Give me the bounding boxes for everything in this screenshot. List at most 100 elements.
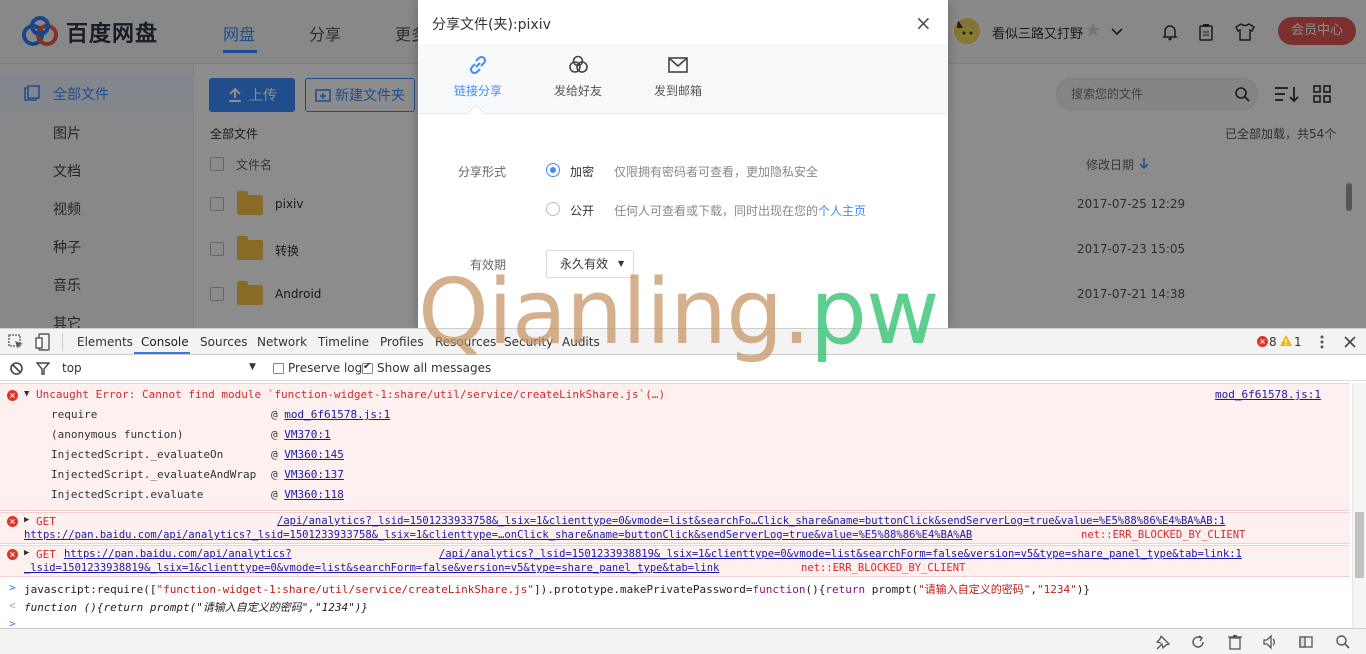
request-url-full[interactable]: https://pan.baidu.com/api/analytics?_lsi… (24, 529, 972, 541)
stack-frame-function: InjectedScript._evaluateAndWrap (51, 468, 257, 481)
tab-console[interactable]: Console (141, 335, 189, 349)
input-code-part: javascript:require([ (24, 583, 157, 596)
expiry-label: 有效期 (470, 258, 507, 272)
stack-frame-at: @ VM360:137 (271, 468, 344, 481)
clear-console-icon[interactable] (10, 362, 23, 379)
console-scrollbar[interactable] (1352, 383, 1366, 628)
share-form-label: 分享形式 (458, 165, 507, 179)
tab-profiles[interactable]: Profiles (380, 335, 424, 349)
devtools-panel: Elements Console Sources Network Timelin… (0, 328, 1366, 654)
error-icon: × (7, 516, 18, 527)
devtools-toolbar: Elements Console Sources Network Timelin… (0, 329, 1366, 355)
request-url-link[interactable]: /api/analytics?_lsid=1501233938819&_lsix… (439, 548, 1242, 560)
refresh-icon[interactable] (1190, 634, 1206, 650)
context-selector[interactable]: top (62, 361, 82, 375)
tab-network[interactable]: Network (257, 335, 307, 349)
dialog-title: 分享文件(夹):pixiv (432, 17, 551, 33)
search-icon[interactable] (1335, 634, 1351, 650)
request-url-full[interactable]: _lsid=1501233938819&_lsix=1&clienttype=0… (24, 562, 719, 574)
more-vertical-icon[interactable] (1320, 334, 1324, 354)
tab-security[interactable]: Security (504, 335, 553, 349)
tab-audits[interactable]: Audits (562, 335, 600, 349)
option-public-label[interactable]: 公开 (570, 202, 594, 219)
tab-label: 发给好友 (553, 84, 602, 98)
expand-triangle-icon[interactable]: ▶ (24, 515, 29, 525)
stack-frame-link[interactable]: VM360:118 (284, 488, 344, 501)
pin-icon[interactable] (1155, 634, 1171, 650)
stack-frame-link[interactable]: VM360:137 (284, 468, 344, 481)
close-devtools-icon[interactable] (1344, 336, 1356, 352)
console-input-history[interactable]: javascript:require(["function-widget-1:s… (24, 581, 1090, 597)
trash-icon[interactable] (1227, 634, 1243, 650)
tab-label: 发到邮箱 (653, 84, 702, 98)
expand-triangle-icon[interactable]: ▶ (24, 548, 29, 558)
tab-send-friend[interactable]: 发给好友 (528, 44, 628, 114)
device-mode-icon[interactable] (35, 333, 51, 355)
caret-down-icon[interactable]: ▼ (618, 259, 624, 268)
close-icon[interactable]: × (915, 12, 932, 34)
stack-frame-at: @ VM360:118 (271, 488, 344, 501)
link-icon (469, 55, 487, 75)
show-all-messages-checkbox[interactable] (362, 361, 373, 374)
input-code-string: "1234" (1036, 583, 1077, 596)
console-filter-bar: top ▼ Preserve log Show all messages (0, 355, 1366, 381)
stack-frame-function: (anonymous function) (51, 428, 184, 441)
console-network-error: × ▶ GET https://pan.baidu.com/api/analyt… (0, 545, 1350, 577)
scrollbar-thumb[interactable] (1355, 512, 1364, 578)
console-error-message: × ▼ Uncaught Error: Cannot find module `… (0, 383, 1350, 511)
radio-public[interactable] (546, 202, 560, 216)
stack-frame-link[interactable]: mod_6f61578.js:1 (284, 408, 390, 421)
request-url-link[interactable]: /api/analytics?_lsid=1501233933758&_lsix… (277, 515, 1225, 527)
input-code-string: "请输入自定义的密码" (918, 583, 1031, 596)
active-tab-underline (134, 352, 190, 354)
input-code-part: ]).prototype.makePrivatePassword= (533, 583, 753, 596)
mail-icon (668, 57, 688, 73)
tab-resources[interactable]: Resources (435, 335, 496, 349)
show-all-messages-label[interactable]: Show all messages (377, 361, 491, 375)
request-host-link[interactable]: https://pan.baidu.com/api/analytics? (64, 548, 292, 560)
input-code-keyword: function (752, 583, 806, 596)
input-code-keyword: return (825, 583, 866, 596)
radio-private[interactable] (546, 163, 560, 177)
input-code-part: (){ (805, 583, 826, 596)
error-icon: × (7, 390, 18, 401)
preserve-log-label[interactable]: Preserve log (288, 361, 362, 375)
stack-frame-at: @ VM370:1 (271, 428, 331, 441)
input-code-string: "function-widget-1:share/util/service/cr… (156, 583, 534, 596)
filter-icon[interactable] (35, 362, 51, 379)
window-icon[interactable] (1298, 634, 1314, 650)
personal-page-link[interactable]: 个人主页 (818, 204, 866, 218)
input-code-part: , (1030, 583, 1037, 596)
warning-count[interactable]: 1 (1294, 335, 1302, 349)
share-dialog: 分享文件(夹):pixiv × 链接分享 发给好友 发到邮箱 分享形式 加密 仅… (418, 0, 948, 328)
tab-send-email[interactable]: 发到邮箱 (628, 44, 728, 114)
tab-elements[interactable]: Elements (77, 335, 133, 349)
baidu-pan-page: 百度网盘 网盘 分享 更多 看似三路又打野 会员中心 全部文件 图片 文档 视频… (0, 0, 1366, 328)
option-private-label[interactable]: 加密 (570, 163, 594, 180)
stack-frame-link[interactable]: VM360:145 (284, 448, 344, 461)
error-text: Uncaught Error: Cannot find module `func… (36, 388, 666, 401)
error-source-link[interactable]: mod_6f61578.js:1 (1215, 388, 1321, 401)
preserve-log-checkbox[interactable] (273, 363, 284, 374)
stack-frame-link[interactable]: VM370:1 (284, 428, 330, 441)
request-status: net::ERR_BLOCKED_BY_CLIENT (801, 562, 966, 574)
expand-triangle-icon[interactable]: ▼ (24, 389, 29, 399)
inspect-element-icon[interactable] (8, 334, 24, 354)
option-private-desc: 仅限拥有密码者可查看，更加隐私安全 (614, 165, 819, 179)
option-public-desc: 任何人可查看或下载，同时出现在您的个人主页 (614, 202, 866, 219)
stack-frame-function: InjectedScript.evaluate (51, 488, 204, 501)
error-count[interactable]: 8 (1269, 335, 1277, 349)
toolbar-divider (62, 333, 63, 351)
tab-timeline[interactable]: Timeline (318, 335, 369, 349)
result-symbol: < (9, 599, 16, 612)
request-status: net::ERR_BLOCKED_BY_CLIENT (1081, 529, 1246, 541)
error-count-icon[interactable]: × (1257, 336, 1268, 347)
warning-icon[interactable] (1280, 335, 1292, 351)
error-icon: × (7, 549, 18, 560)
friends-icon (569, 55, 588, 73)
tab-sources[interactable]: Sources (200, 335, 247, 349)
request-method: GET (36, 548, 56, 561)
tab-link-share[interactable]: 链接分享 (428, 44, 528, 114)
caret-down-icon[interactable]: ▼ (249, 362, 256, 372)
volume-icon[interactable] (1262, 634, 1278, 650)
